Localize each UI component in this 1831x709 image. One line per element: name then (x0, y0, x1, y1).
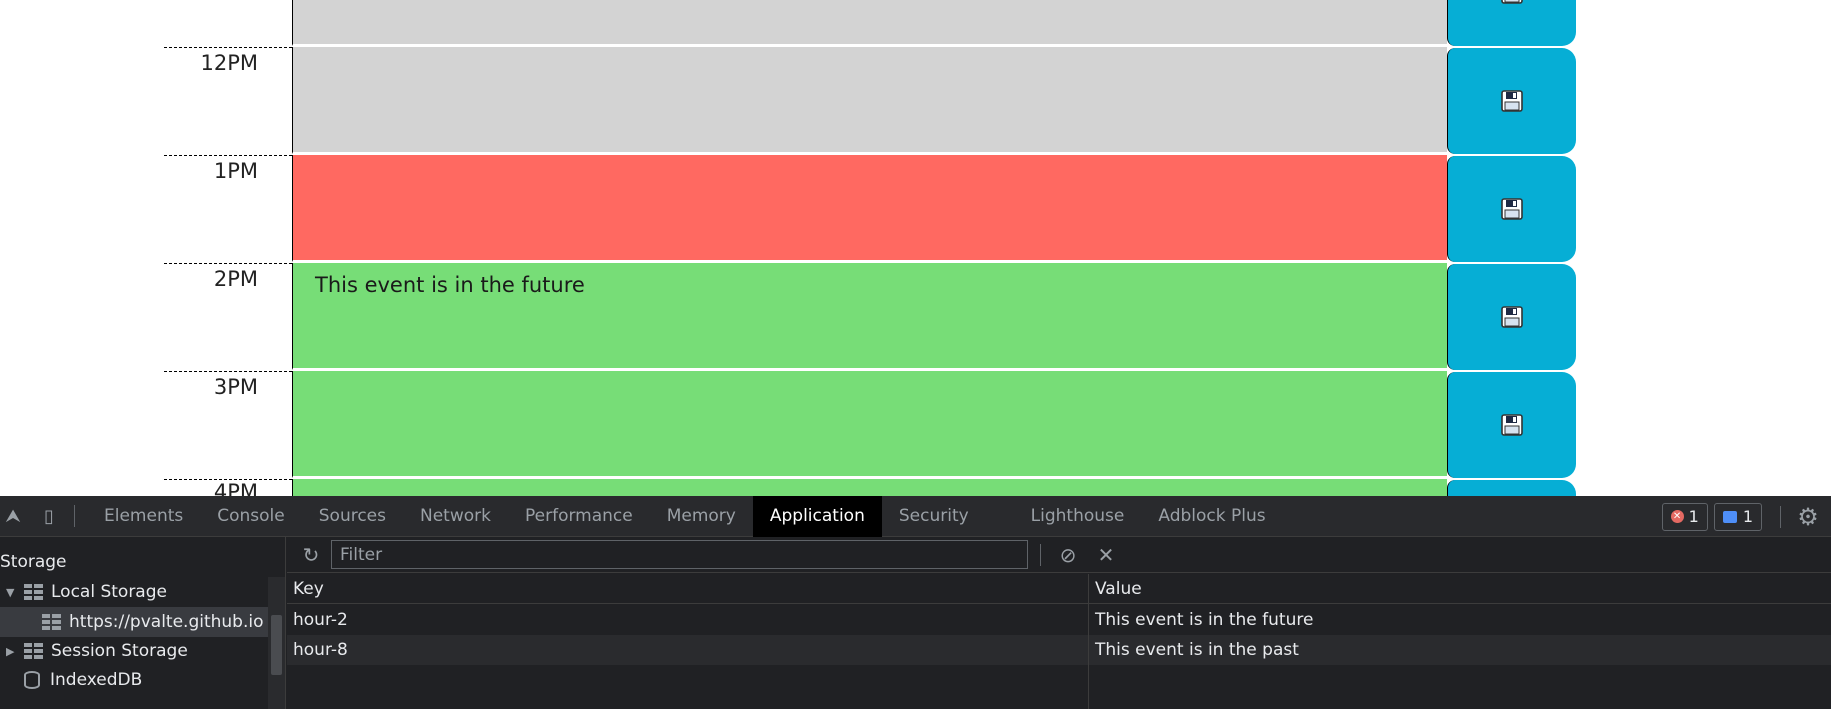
error-count-badge[interactable]: ✕ 1 (1661, 502, 1708, 531)
hour-label: 4PM (164, 479, 292, 496)
sidebar-item-label: IndexedDB (50, 670, 143, 690)
inspect-element-icon[interactable]: ⮝ (0, 496, 26, 537)
sidebar-scrollbar[interactable] (268, 577, 285, 709)
storage-viewer: ↻ ⊘ ✕ Key Value hour-2 This event is in … (287, 537, 1831, 709)
storage-toolbar: ↻ ⊘ ✕ (287, 537, 1831, 573)
tab-application[interactable]: Application (752, 495, 882, 537)
time-block-row: 4PM (0, 479, 1831, 496)
tab-lighthouse[interactable]: Lighthouse (1014, 496, 1142, 537)
toolbar-divider (1040, 543, 1041, 566)
save-button[interactable] (1447, 156, 1576, 262)
filter-input[interactable] (331, 540, 1028, 569)
hour-label: 3PM (164, 371, 292, 479)
tab-console[interactable]: Console (200, 496, 302, 537)
row-value: This event is in the future (1095, 610, 1314, 630)
tab-security[interactable]: Security (882, 496, 1014, 537)
storage-grid-icon (24, 584, 43, 600)
sidebar-item-label: https://pvalte.github.io (69, 612, 264, 632)
row-key: hour-2 (293, 610, 348, 630)
sidebar-item-indexeddb[interactable]: IndexedDB (0, 665, 268, 695)
error-icon: ✕ (1670, 510, 1684, 523)
hour-label: 2PM (164, 263, 292, 371)
message-count: 1 (1742, 507, 1753, 526)
tab-memory[interactable]: Memory (650, 496, 753, 537)
row-key: hour-8 (293, 640, 348, 660)
storage-grid-icon (24, 643, 43, 659)
database-icon (24, 671, 40, 689)
floppy-disk-icon (1501, 90, 1523, 112)
time-block-row: 12PM (0, 47, 1831, 155)
row-value: This event is in the past (1095, 640, 1299, 660)
floppy-disk-icon (1501, 306, 1523, 328)
device-toolbar-icon[interactable]: ▯ (36, 496, 62, 537)
scheduler-page: 12PM 1PM 2PM This event is in the future… (0, 0, 1831, 496)
storage-heading: Storage (0, 552, 67, 572)
time-block-row (0, 0, 1831, 47)
table-row[interactable]: hour-8 This event is in the past (287, 635, 1831, 665)
event-textarea[interactable] (292, 371, 1447, 478)
key-value-table: Key Value hour-2 This event is in the fu… (287, 574, 1831, 709)
expanded-triangle-icon[interactable]: ▼ (6, 586, 18, 599)
tab-performance[interactable]: Performance (508, 496, 650, 537)
column-header-value[interactable]: Value (1095, 579, 1142, 599)
toolbar-divider (1780, 505, 1781, 528)
table-row[interactable]: hour-2 This event is in the future (287, 605, 1831, 635)
tab-elements[interactable]: Elements (87, 496, 200, 537)
event-textarea[interactable] (292, 47, 1447, 154)
save-button[interactable] (1447, 264, 1576, 370)
save-button[interactable] (1447, 48, 1576, 154)
column-divider[interactable] (1088, 574, 1089, 709)
save-button[interactable] (1447, 372, 1576, 478)
scrollbar-thumb[interactable] (271, 615, 282, 675)
sidebar-item-local-storage[interactable]: ▼ Local Storage (0, 577, 268, 607)
floppy-disk-icon (1501, 414, 1523, 436)
message-icon (1722, 510, 1737, 523)
table-header: Key Value (287, 574, 1831, 604)
clear-all-icon[interactable]: ⊘ (1053, 537, 1083, 573)
sidebar-item-session-storage[interactable]: ▶ Session Storage (0, 636, 268, 666)
tab-adblock-plus[interactable]: Adblock Plus (1141, 496, 1282, 537)
time-block-row: 3PM (0, 371, 1831, 479)
application-sidebar: Storage ▼ Local Storage https://pvalte.g… (0, 537, 286, 709)
message-count-badge[interactable]: 1 (1713, 502, 1762, 531)
collapsed-triangle-icon[interactable]: ▶ (6, 645, 18, 658)
tab-network[interactable]: Network (403, 496, 508, 537)
delete-selected-icon[interactable]: ✕ (1091, 537, 1121, 573)
save-button[interactable] (1447, 0, 1576, 46)
devtools-tab-bar: ⮝ ▯ Elements Console Sources Network Per… (0, 495, 1831, 537)
event-textarea[interactable] (292, 155, 1447, 262)
floppy-disk-icon (1501, 198, 1523, 220)
time-block-row: 2PM This event is in the future (0, 263, 1831, 371)
hour-label: 12PM (164, 47, 292, 155)
devtools-panel: ⮝ ▯ Elements Console Sources Network Per… (0, 495, 1831, 709)
column-header-key[interactable]: Key (293, 579, 324, 599)
devtools-status-area: ✕ 1 1 ⚙ (1661, 496, 1831, 537)
tab-sources[interactable]: Sources (302, 496, 403, 537)
sidebar-item-label: Local Storage (51, 582, 167, 602)
floppy-disk-icon (1501, 0, 1523, 4)
time-block-row: 1PM (0, 155, 1831, 263)
toolbar-divider (74, 505, 75, 527)
event-textarea[interactable] (292, 479, 1447, 496)
event-textarea[interactable]: This event is in the future (292, 263, 1447, 370)
save-button[interactable] (1447, 480, 1576, 496)
refresh-icon[interactable]: ↻ (291, 537, 331, 573)
storage-grid-icon (42, 614, 61, 630)
sidebar-item-origin[interactable]: https://pvalte.github.io (0, 607, 268, 637)
sidebar-item-label: Session Storage (51, 641, 188, 661)
event-textarea[interactable] (292, 0, 1447, 46)
error-count: 1 (1688, 507, 1699, 526)
hour-label (164, 0, 292, 47)
gear-icon[interactable]: ⚙ (1793, 496, 1823, 537)
hour-label: 1PM (164, 155, 292, 263)
